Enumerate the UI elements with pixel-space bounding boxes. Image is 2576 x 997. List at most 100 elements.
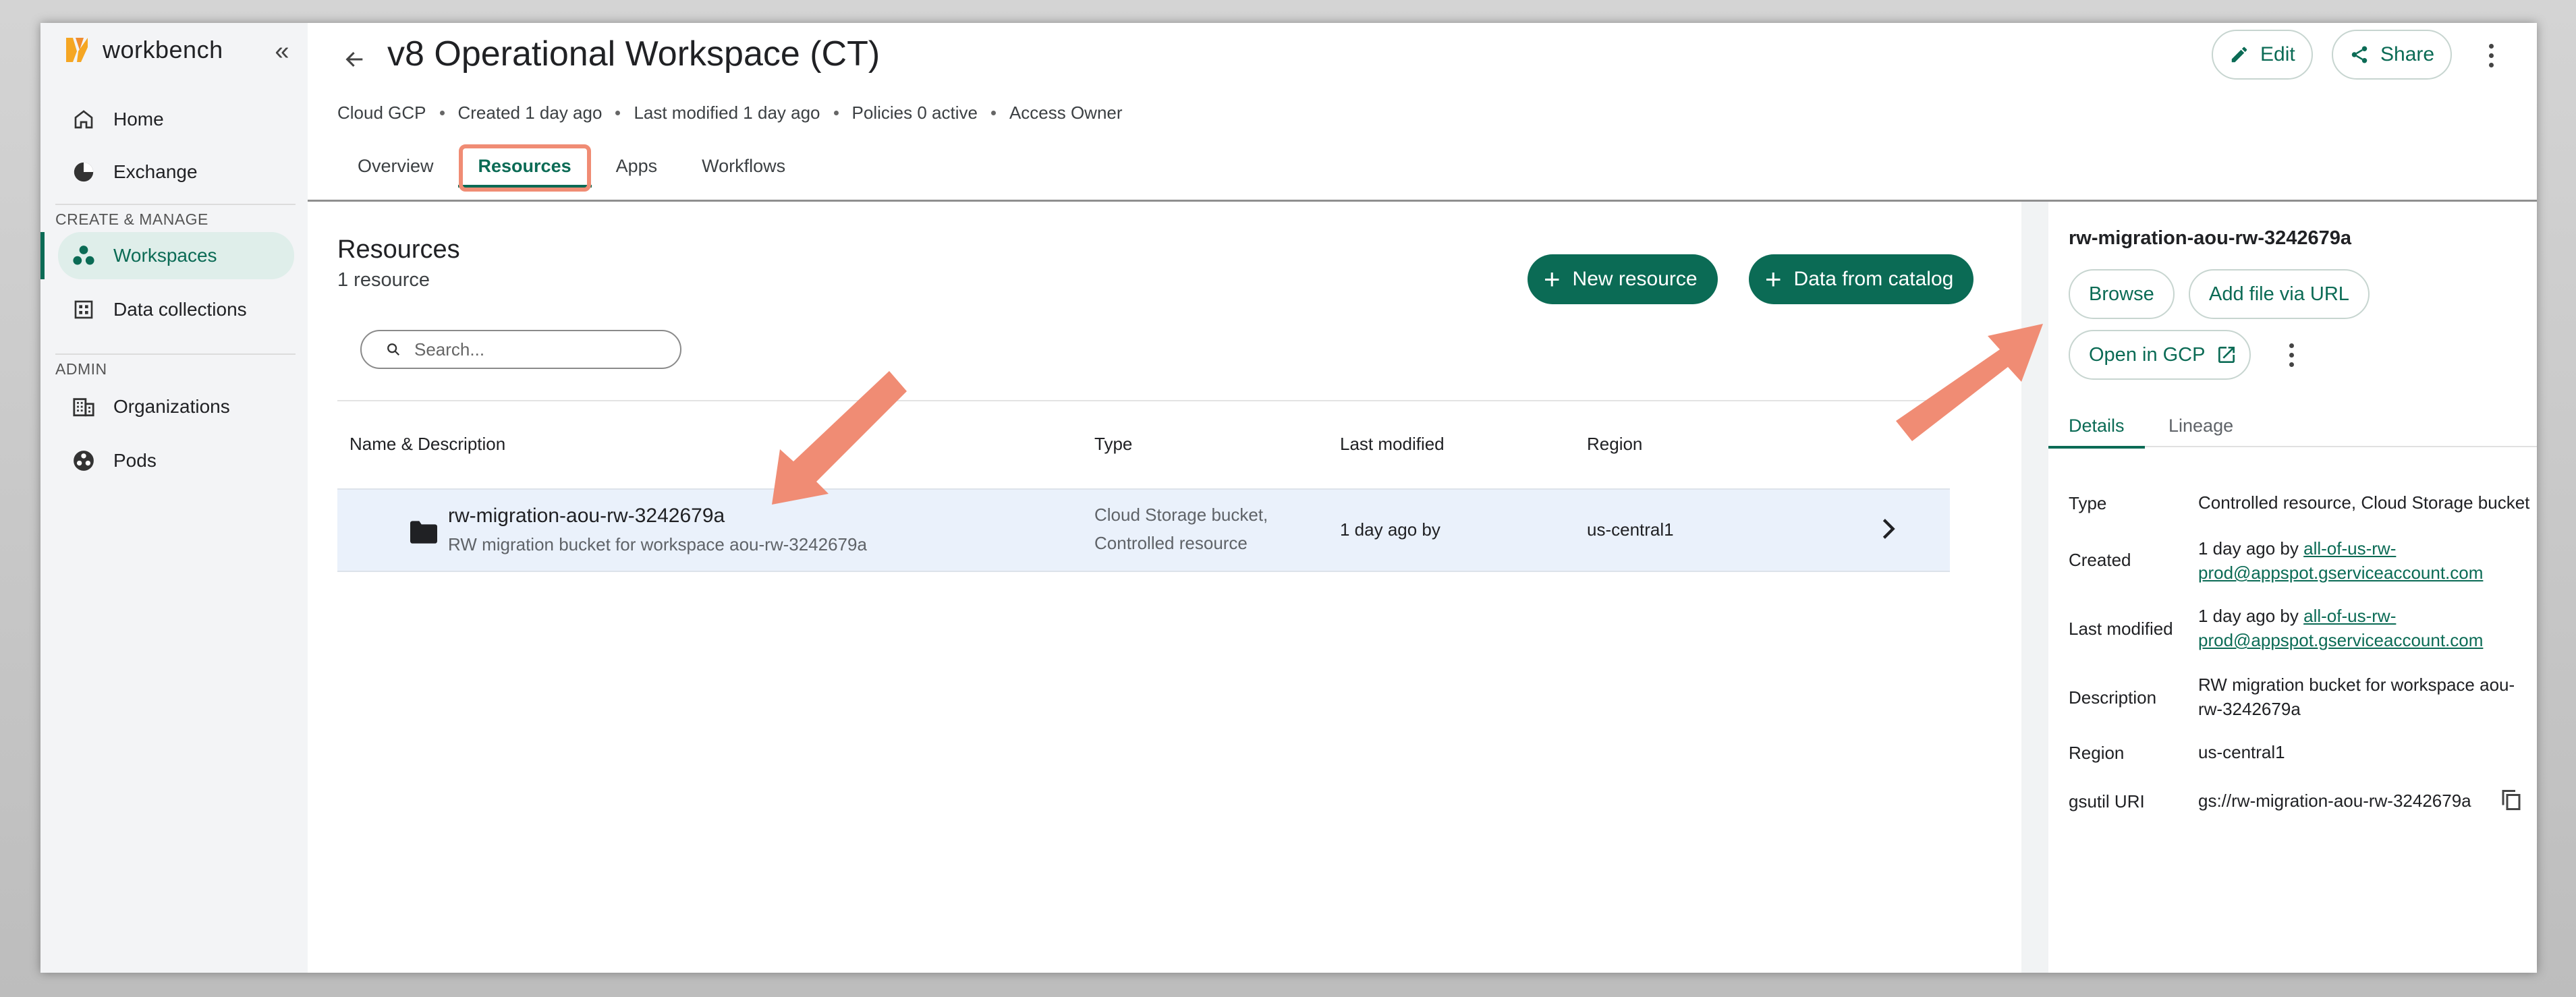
share-label: Share (2380, 43, 2435, 65)
sidebar-item-workspaces[interactable]: Workspaces (58, 232, 294, 279)
meta-access: Access Owner (1009, 103, 1123, 123)
meta-separator (833, 111, 839, 115)
edit-button[interactable]: Edit (2212, 30, 2313, 80)
external-link-icon (2218, 347, 2235, 363)
column-header-type[interactable]: Type (1094, 434, 1132, 455)
screenshot-frame: workbench « Home Exchange CREATE & MANAG… (0, 0, 2576, 997)
detail-value-description: RW migration bucket for workspace aou-rw… (2198, 675, 2515, 719)
more-options-button[interactable] (2477, 35, 2504, 76)
back-button[interactable] (335, 39, 375, 80)
created-prefix: 1 day ago by (2198, 538, 2304, 559)
sidebar-divider (55, 204, 296, 205)
home-icon (69, 105, 99, 134)
resources-section: Resources 1 resource + New resource + Da… (308, 202, 2048, 973)
kebab-dot-icon (2488, 53, 2494, 58)
open-in-gcp-label: Open in GCP (2089, 343, 2206, 366)
meta-created: Created 1 day ago (457, 103, 603, 123)
folder-icon (410, 521, 437, 548)
tab-overview[interactable]: Overview (337, 144, 454, 188)
sidebar-divider (55, 353, 296, 355)
panel-title: rw-migration-aou-rw-3242679a (2069, 227, 2352, 249)
panel-tabs: Details Lineage (2048, 404, 2537, 449)
section-label-admin: ADMIN (55, 360, 107, 378)
sidebar-item-label: Organizations (113, 396, 230, 417)
detail-label-last-modified: Last modified (2069, 619, 2173, 639)
column-header-last-modified[interactable]: Last modified (1340, 434, 1445, 455)
detail-value-region: us-central1 (2198, 742, 2285, 762)
panel-more-options-button[interactable] (2278, 335, 2305, 375)
tab-apps[interactable]: Apps (596, 144, 678, 188)
resource-detail-panel: rw-migration-aou-rw-3242679a Browse Add … (2048, 202, 2537, 973)
share-button[interactable]: Share (2332, 30, 2453, 80)
resources-count: 1 resource (337, 269, 430, 291)
search-input[interactable] (414, 339, 657, 360)
detail-value-last-modified: 1 day ago by all-of-us-rw-prod@appspot.g… (2198, 604, 2536, 652)
open-in-gcp-button[interactable]: Open in GCP (2069, 330, 2251, 380)
data-from-catalog-label: Data from catalog (1793, 268, 1954, 290)
section-label-create: CREATE & MANAGE (55, 210, 208, 228)
sidebar-item-exchange[interactable]: Exchange (58, 148, 294, 196)
meta-separator (439, 111, 445, 115)
detail-value-created: 1 day ago by all-of-us-rw-prod@appspot.g… (2198, 536, 2536, 585)
resource-region: us-central1 (1587, 519, 1674, 540)
app-window: workbench « Home Exchange CREATE & MANAG… (40, 23, 2537, 973)
kebab-dot-icon (2289, 352, 2294, 358)
new-resource-button[interactable]: + New resource (1528, 254, 1718, 304)
column-header-name[interactable]: Name & Description (349, 434, 505, 455)
detail-value-gsutil-uri: gs://rw-migration-aou-rw-3242679a (2198, 791, 2471, 811)
meta-separator (990, 111, 996, 115)
kebab-dot-icon (2289, 343, 2294, 348)
workspace-meta: Cloud GCP Created 1 day ago Last modifie… (337, 103, 1123, 123)
resource-description: RW migration bucket for workspace aou-rw… (448, 534, 867, 554)
meta-policies: Policies 0 active (851, 103, 978, 123)
sidebar-item-label: Data collections (113, 299, 247, 320)
brand-logo[interactable]: workbench (63, 34, 223, 66)
kebab-dot-icon (2289, 362, 2294, 367)
table-row[interactable]: rw-migration-aou-rw-3242679a RW migratio… (337, 488, 1950, 572)
data-collections-icon (69, 295, 99, 324)
sidebar-item-pods[interactable]: Pods (58, 437, 294, 484)
kebab-dot-icon (2488, 62, 2494, 67)
kebab-dot-icon (2488, 43, 2494, 49)
column-header-region[interactable]: Region (1587, 434, 1642, 455)
brand-name: workbench (103, 36, 223, 63)
page-title: v8 Operational Workspace (CT) (387, 34, 880, 74)
resource-name: rw-migration-aou-rw-3242679a (448, 505, 725, 527)
search-box[interactable] (360, 330, 681, 369)
annotation-highlight-box (459, 144, 591, 192)
search-icon (387, 343, 400, 356)
detail-label-type: Type (2069, 493, 2107, 513)
sidebar-item-label: Home (113, 109, 164, 130)
copy-icon[interactable] (2499, 787, 2523, 816)
pencil-icon (2229, 45, 2249, 65)
collapse-sidebar-button[interactable]: « (267, 36, 297, 66)
add-file-via-url-button[interactable]: Add file via URL (2189, 269, 2370, 319)
workspaces-icon (69, 241, 99, 270)
resources-title: Resources (337, 235, 460, 264)
tab-workflows[interactable]: Workflows (681, 144, 806, 188)
meta-separator (615, 111, 621, 115)
sidebar-item-label: Pods (113, 450, 157, 471)
exchange-icon (69, 157, 99, 187)
tab-lineage[interactable]: Lineage (2168, 404, 2233, 447)
detail-label-created: Created (2069, 550, 2131, 570)
meta-modified: Last modified 1 day ago (634, 103, 820, 123)
plus-icon: + (1765, 263, 1782, 295)
detail-label-description: Description (2069, 687, 2157, 708)
sidebar-item-data-collections[interactable]: Data collections (58, 286, 294, 333)
pods-icon (69, 446, 99, 476)
annotation-arrow-icon (772, 371, 907, 505)
sidebar-item-label: Exchange (113, 161, 198, 182)
sidebar-item-home[interactable]: Home (58, 96, 294, 143)
resource-type-line1: Cloud Storage bucket, (1094, 505, 1268, 525)
resource-last-modified: 1 day ago by (1340, 519, 1440, 540)
detail-label-gsutil-uri: gsutil URI (2069, 791, 2145, 811)
share-icon (2349, 45, 2370, 65)
sidebar-item-organizations[interactable]: Organizations (58, 383, 294, 430)
detail-value-type: Controlled resource, Cloud Storage bucke… (2198, 492, 2530, 513)
edit-label: Edit (2260, 43, 2295, 65)
sidebar: workbench « Home Exchange CREATE & MANAG… (40, 23, 308, 973)
chevron-right-icon[interactable] (1878, 515, 1899, 547)
meta-cloud: Cloud GCP (337, 103, 426, 123)
sidebar-item-label: Workspaces (113, 245, 217, 266)
